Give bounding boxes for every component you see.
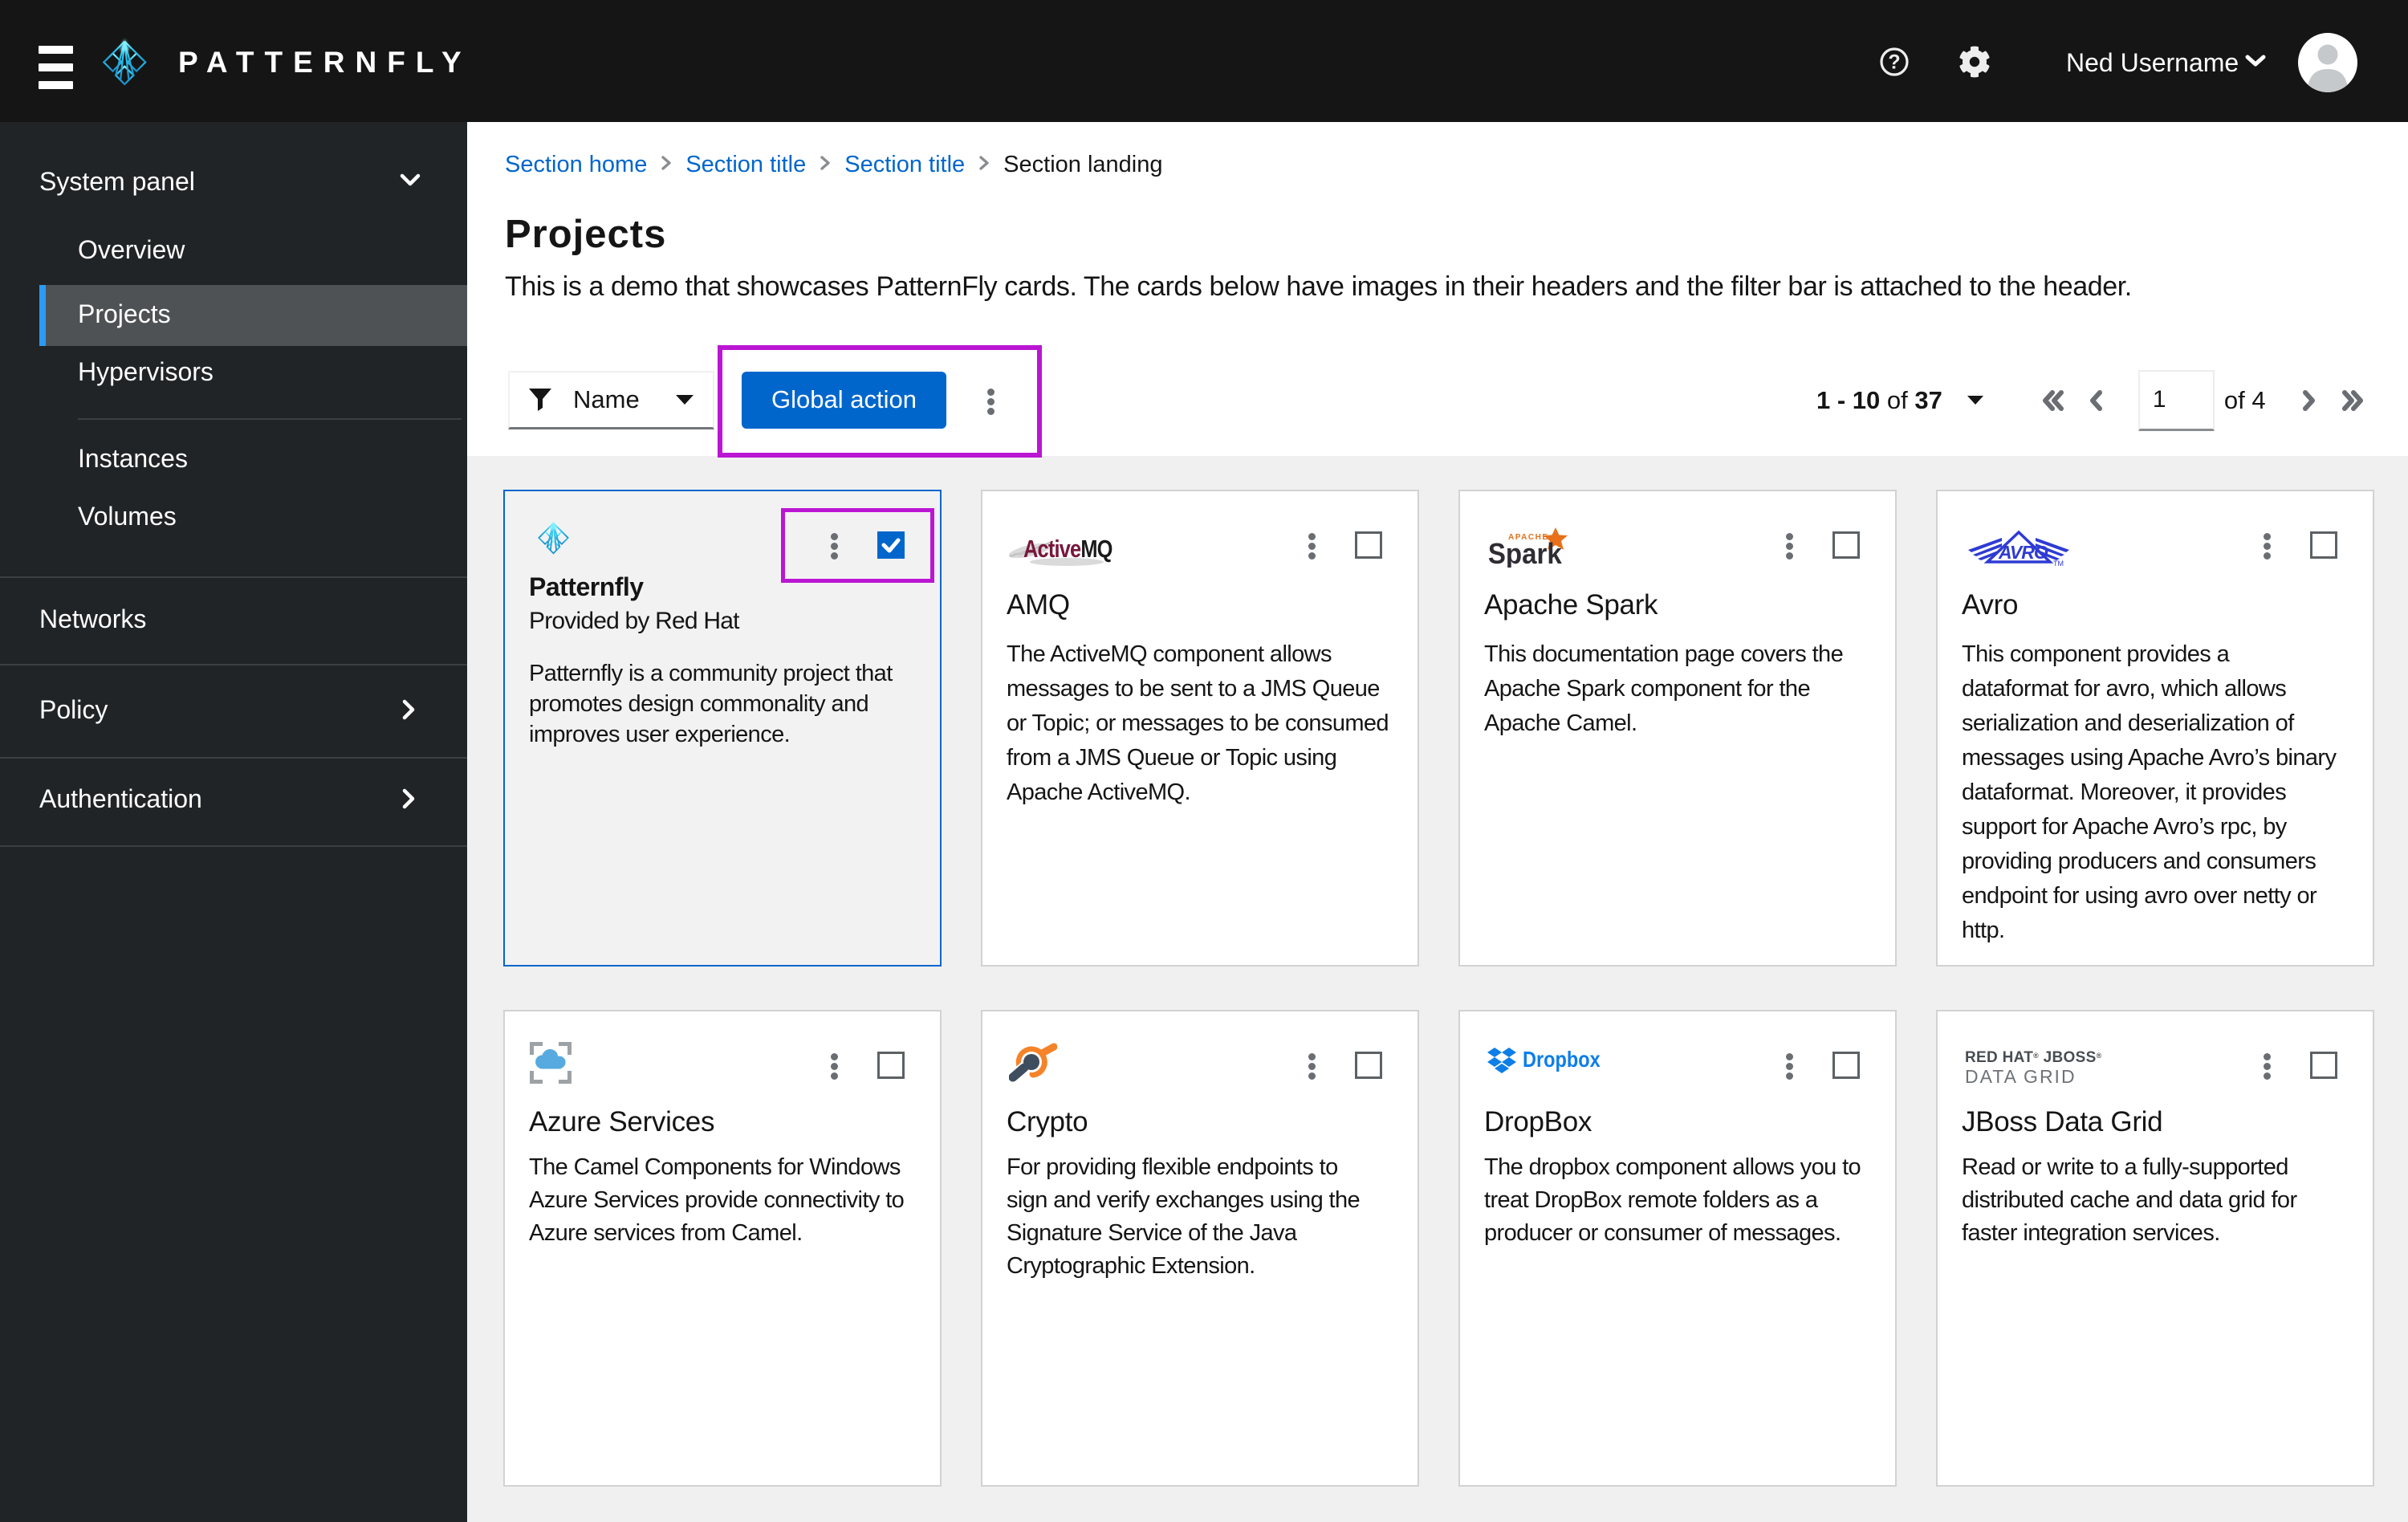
svg-text:?: ?	[1888, 51, 1900, 74]
svg-text:ActiveMQ: ActiveMQ	[1023, 535, 1112, 564]
svg-text:AVRO: AVRO	[1998, 542, 2048, 563]
svg-text:Spark: Spark	[1488, 539, 1563, 568]
svg-text:TM: TM	[2053, 560, 2064, 567]
svg-text:Dropbox: Dropbox	[1523, 1048, 1601, 1072]
